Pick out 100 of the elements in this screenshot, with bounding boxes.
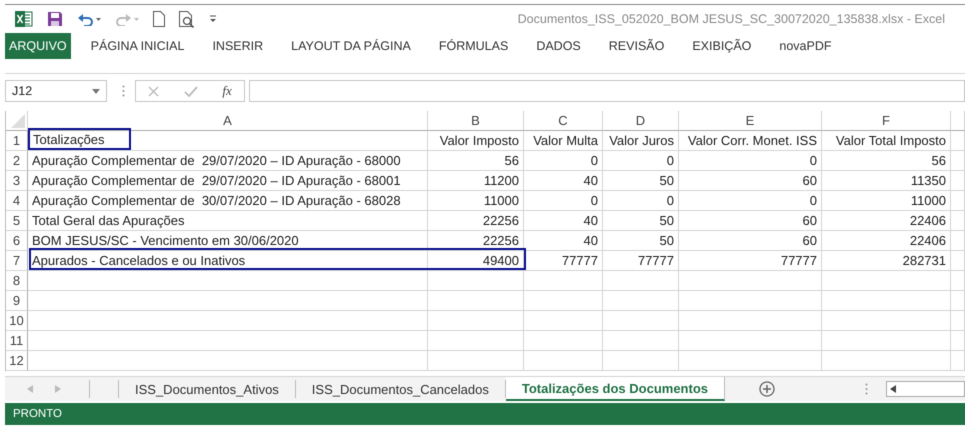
table-cell: 11000: [428, 191, 524, 211]
select-all-icon[interactable]: [11, 114, 25, 128]
table-cell: Apuração Complementar de 29/07/2020 – ID Apuração - 68000: [28, 151, 428, 171]
row-header[interactable]: 4: [6, 191, 28, 211]
grip-icon: [122, 85, 125, 97]
sheet-tab[interactable]: Totalizações dos Documentos: [506, 377, 725, 401]
table-cell: [951, 351, 965, 371]
table-cell: [951, 291, 965, 311]
table-cell: [951, 271, 965, 291]
table-cell: BOM JESUS/SC - Vencimento em 30/06/2020: [28, 231, 428, 251]
dropdown-icon: [92, 88, 100, 94]
table-cell: Total Geral das Apurações: [28, 211, 428, 231]
row-header[interactable]: 3: [6, 171, 28, 191]
redo-icon[interactable]: [115, 12, 139, 26]
table-cell: 60: [679, 231, 822, 251]
save-icon[interactable]: [47, 11, 63, 27]
file-tab[interactable]: ARQUIVO: [5, 33, 71, 59]
status-text: PRONTO: [13, 408, 62, 420]
table-cell: 56: [822, 151, 951, 171]
table-cell: 50: [603, 231, 679, 251]
table-cell: 40: [524, 231, 603, 251]
undo-icon[interactable]: [77, 12, 101, 26]
insert-function-button[interactable]: fx: [222, 83, 232, 99]
table-cell: 40: [524, 171, 603, 191]
table-cell: 77777: [603, 251, 679, 271]
table-cell: Apuração Complementar de 30/07/2020 – ID Apuração - 68028: [28, 191, 428, 211]
scroll-left-icon[interactable]: [890, 385, 896, 393]
table-cell: 77777: [524, 251, 603, 271]
row-header[interactable]: 7: [6, 251, 28, 271]
scroll-right-icon[interactable]: [55, 385, 61, 393]
table-cell: 0: [603, 151, 679, 171]
table-cell: [951, 251, 965, 271]
ribbon-tab[interactable]: PÁGINA INICIAL: [76, 33, 198, 59]
table-cell: 0: [524, 191, 603, 211]
ribbon-tab[interactable]: FÓRMULAS: [424, 33, 522, 59]
table-cell: Valor Total Imposto: [822, 131, 951, 151]
ribbon-tab[interactable]: LAYOUT DA PÁGINA: [277, 33, 425, 59]
column-header[interactable]: D: [603, 111, 679, 131]
table-cell: [951, 211, 965, 231]
table-cell: Valor Juros: [603, 131, 679, 151]
new-document-icon[interactable]: [153, 11, 165, 27]
column-header[interactable]: F: [822, 111, 951, 131]
table-cell: 77777: [679, 251, 822, 271]
table-cell: 11350: [822, 171, 951, 191]
ribbon-tab[interactable]: DADOS: [522, 33, 595, 59]
name-box[interactable]: J12: [5, 80, 107, 102]
row-header[interactable]: 10: [6, 311, 28, 331]
table-cell: 11000: [822, 191, 951, 211]
column-header[interactable]: [951, 111, 965, 131]
table-cell: [951, 331, 965, 351]
table-cell: 22406: [822, 231, 951, 251]
table-cell: Valor Imposto: [428, 131, 524, 151]
ribbon-tab[interactable]: novaPDF: [765, 33, 846, 59]
row-header[interactable]: 6: [6, 231, 28, 251]
table-cell: [951, 311, 965, 331]
table-cell: 0: [524, 151, 603, 171]
column-header[interactable]: A: [28, 111, 428, 131]
table-cell: [951, 131, 965, 151]
window-title: Documentos_ISS_052020_BOM JESUS_SC_30072020_135838.xlsx - Excel: [518, 12, 946, 26]
table-cell: 50: [603, 171, 679, 191]
print-preview-icon[interactable]: [179, 10, 195, 28]
table-cell: 282731: [822, 251, 951, 271]
table-cell: [951, 151, 965, 171]
table-cell: 60: [679, 211, 822, 231]
row-header[interactable]: 8: [6, 271, 28, 291]
customize-menu-icon[interactable]: [209, 15, 217, 23]
formula-input[interactable]: [249, 80, 965, 102]
table-cell: 49400: [428, 251, 524, 271]
table-cell: [951, 231, 965, 251]
table-cell: 40: [524, 211, 603, 231]
table-cell: [951, 171, 965, 191]
check-icon[interactable]: [184, 86, 198, 96]
table-cell: 0: [603, 191, 679, 211]
table-cell: 56: [428, 151, 524, 171]
table-cell: Apuração Complementar de 29/07/2020 – ID Apuração - 68001: [28, 171, 428, 191]
ribbon-tab[interactable]: INSERIR: [198, 33, 278, 59]
column-header[interactable]: C: [524, 111, 603, 131]
ribbon-tab[interactable]: EXIBIÇÃO: [678, 33, 766, 59]
sheet-tab[interactable]: ISS_Documentos_Ativos: [119, 380, 296, 398]
table-cell: 22256: [428, 231, 524, 251]
row-header[interactable]: 5: [6, 211, 28, 231]
row-header[interactable]: 12: [6, 351, 28, 371]
ribbon-tab[interactable]: REVISÃO: [594, 33, 678, 59]
table-cell: 22406: [822, 211, 951, 231]
table-cell: 22256: [428, 211, 524, 231]
table-cell: Valor Multa: [524, 131, 603, 151]
row-header[interactable]: 11: [6, 331, 28, 351]
cancel-icon[interactable]: [148, 86, 160, 96]
add-sheet-icon[interactable]: [759, 381, 775, 397]
table-cell: 50: [603, 211, 679, 231]
excel-logo-icon[interactable]: [15, 11, 33, 27]
table-cell: Valor Corr. Monet. ISS: [679, 131, 822, 151]
horizontal-scrollbar[interactable]: [886, 381, 965, 397]
column-header[interactable]: B: [428, 111, 524, 131]
row-header[interactable]: 2: [6, 151, 28, 171]
column-header[interactable]: E: [679, 111, 822, 131]
table-cell: [951, 191, 965, 211]
outlined-text: Totalizações: [28, 128, 131, 150]
row-header[interactable]: 9: [6, 291, 28, 311]
row-header[interactable]: 1: [6, 131, 28, 151]
